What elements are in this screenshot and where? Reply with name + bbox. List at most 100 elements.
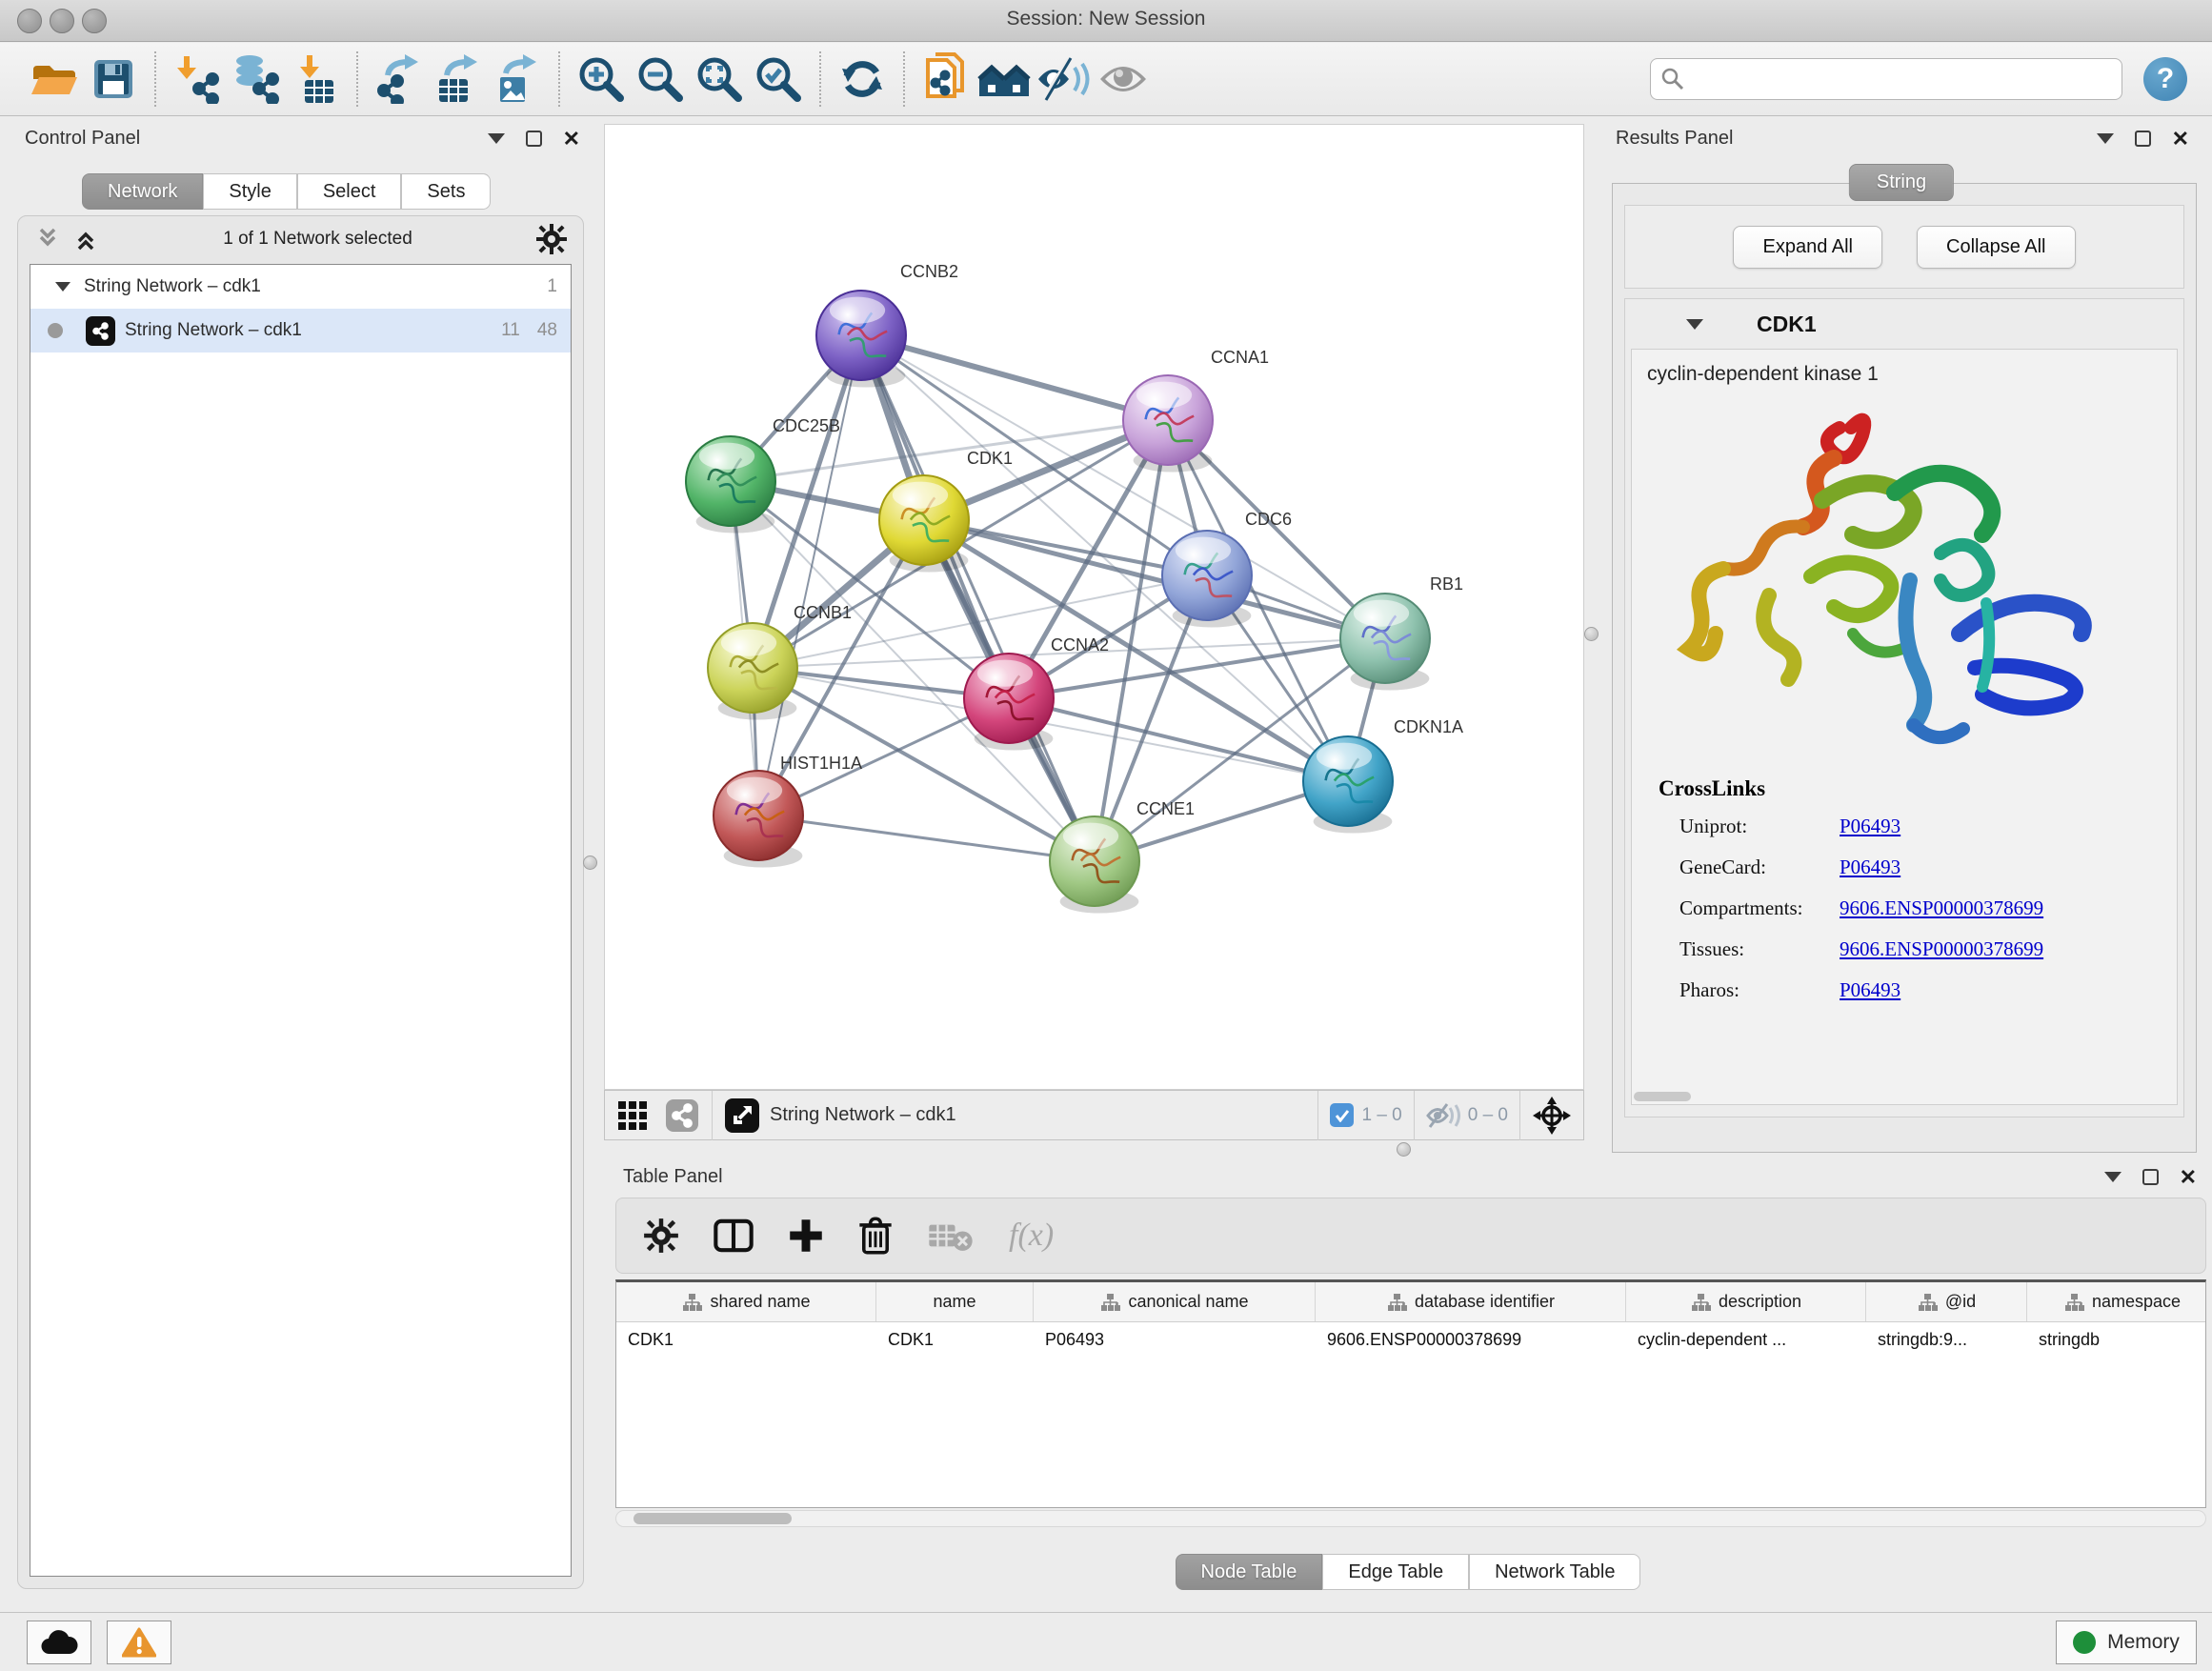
panel-float-icon[interactable] xyxy=(526,131,542,147)
network-node-ccne1[interactable] xyxy=(1050,816,1139,914)
panel-close-icon[interactable]: ✕ xyxy=(2172,129,2189,150)
panel-close-icon[interactable]: ✕ xyxy=(2180,1167,2197,1188)
expand-all-button[interactable]: Expand All xyxy=(1733,226,1882,269)
tab-network[interactable]: Network xyxy=(82,173,203,210)
selected-checkbox-icon[interactable] xyxy=(1330,1103,1354,1127)
network-node-hist1h1a[interactable] xyxy=(714,771,803,868)
panel-float-icon[interactable] xyxy=(2142,1169,2159,1185)
import-network-database-button[interactable] xyxy=(227,50,286,109)
table-options-gear-icon[interactable] xyxy=(643,1218,679,1254)
hscrollbar-thumb[interactable] xyxy=(633,1513,792,1524)
table-cell[interactable]: CDK1 xyxy=(616,1322,876,1360)
network-node-cdkn1a[interactable] xyxy=(1303,736,1393,834)
crosslink-link[interactable]: P06493 xyxy=(1840,856,1900,879)
grid-view-icon[interactable] xyxy=(616,1099,649,1132)
gene-section-header[interactable]: CDK1 xyxy=(1625,299,2183,349)
first-neighbors-button[interactable] xyxy=(975,50,1035,109)
export-image-button[interactable] xyxy=(488,50,547,109)
crosslink-link[interactable]: P06493 xyxy=(1840,815,1900,838)
network-node-cdc6[interactable] xyxy=(1162,531,1252,628)
show-all-button[interactable] xyxy=(1094,50,1153,109)
column-header-canonical-name[interactable]: canonical name xyxy=(1034,1282,1316,1321)
show-columns-icon[interactable] xyxy=(714,1218,754,1254)
section-expander-icon[interactable] xyxy=(1686,319,1703,330)
import-network-file-button[interactable] xyxy=(168,50,227,109)
network-node-ccnb2[interactable] xyxy=(816,291,906,388)
right-splitter-handle[interactable] xyxy=(1584,627,1599,641)
table-cell[interactable]: CDK1 xyxy=(876,1322,1034,1360)
table-hscrollbar[interactable] xyxy=(615,1510,2206,1527)
save-session-button[interactable] xyxy=(84,50,143,109)
table-cell[interactable]: stringdb xyxy=(2027,1322,2206,1360)
collapse-all-icon[interactable] xyxy=(33,226,62,252)
column-header-description[interactable]: description xyxy=(1626,1282,1866,1321)
memory-button[interactable]: Memory xyxy=(2056,1621,2197,1664)
search-input[interactable] xyxy=(1685,69,2104,90)
column-tree-icon xyxy=(2063,1292,2084,1313)
panel-close-icon[interactable]: ✕ xyxy=(563,129,580,150)
hide-selected-button[interactable] xyxy=(1035,50,1094,109)
network-node-ccnb1[interactable] xyxy=(708,623,797,720)
zoom-selected-button[interactable] xyxy=(749,50,808,109)
export-network-button[interactable] xyxy=(370,50,429,109)
birdseye-navigator-icon[interactable] xyxy=(1532,1096,1572,1136)
network-options-gear-icon[interactable] xyxy=(535,223,568,255)
zoom-out-button[interactable] xyxy=(631,50,690,109)
column-header-name[interactable]: name xyxy=(876,1282,1034,1321)
column-header--id[interactable]: @id xyxy=(1866,1282,2027,1321)
network-canvas[interactable]: CCNB2CCNA1CDC25BCDK1CDC6RB1CCNB1CCNA2CDK… xyxy=(604,124,1584,1090)
results-scrollbar[interactable] xyxy=(1634,1092,1691,1101)
delete-column-trash-icon[interactable] xyxy=(858,1217,893,1255)
column-header-namespace[interactable]: namespace xyxy=(2027,1282,2206,1321)
tab-select[interactable]: Select xyxy=(297,173,402,210)
open-in-window-icon[interactable] xyxy=(724,1097,760,1134)
refresh-button[interactable] xyxy=(833,50,892,109)
panel-menu-icon[interactable] xyxy=(2104,1172,2122,1182)
network-node-ccna2[interactable] xyxy=(964,654,1054,751)
crosslink-link[interactable]: 9606.ENSP00000378699 xyxy=(1840,896,2043,920)
tree-expander-icon[interactable] xyxy=(55,282,70,292)
expand-all-icon[interactable] xyxy=(71,226,100,252)
table-cell[interactable]: 9606.ENSP00000378699 xyxy=(1316,1322,1626,1360)
column-header-shared-name[interactable]: shared name xyxy=(616,1282,876,1321)
network-collection-row[interactable]: String Network – cdk1 1 xyxy=(30,265,571,309)
tab-edge-table[interactable]: Edge Table xyxy=(1322,1554,1469,1590)
table-cell[interactable]: P06493 xyxy=(1034,1322,1316,1360)
crosslink-link[interactable]: 9606.ENSP00000378699 xyxy=(1840,937,2043,961)
table-row[interactable]: CDK1CDK1P064939606.ENSP00000378699cyclin… xyxy=(616,1322,2205,1360)
left-splitter-handle[interactable] xyxy=(583,856,597,870)
table-cell[interactable]: stringdb:9... xyxy=(1866,1322,2027,1360)
panel-float-icon[interactable] xyxy=(2135,131,2151,147)
tab-string[interactable]: String xyxy=(1849,164,1954,201)
table-cell[interactable]: cyclin-dependent ... xyxy=(1626,1322,1866,1360)
bottom-splitter-handle[interactable] xyxy=(1397,1142,1411,1157)
tab-sets[interactable]: Sets xyxy=(401,173,491,210)
warning-button[interactable] xyxy=(107,1621,171,1664)
column-header-database-identifier[interactable]: database identifier xyxy=(1316,1282,1626,1321)
network-node-cdc25b[interactable] xyxy=(686,436,775,534)
clone-network-button[interactable] xyxy=(916,50,975,109)
string-network-graph[interactable]: CCNB2CCNA1CDC25BCDK1CDC6RB1CCNB1CCNA2CDK… xyxy=(605,125,1583,1089)
node-table[interactable]: shared namenamecanonical namedatabase id… xyxy=(615,1279,2206,1508)
tab-network-table[interactable]: Network Table xyxy=(1469,1554,1640,1590)
panel-menu-icon[interactable] xyxy=(488,133,505,144)
collapse-all-button[interactable]: Collapse All xyxy=(1917,226,2076,269)
zoom-fit-button[interactable] xyxy=(690,50,749,109)
network-node-cdk1[interactable] xyxy=(879,475,969,573)
tab-style[interactable]: Style xyxy=(203,173,296,210)
panel-menu-icon[interactable] xyxy=(2097,133,2114,144)
export-table-button[interactable] xyxy=(429,50,488,109)
open-session-button[interactable] xyxy=(25,50,84,109)
tab-node-table[interactable]: Node Table xyxy=(1176,1554,1323,1590)
crosslink-link[interactable]: P06493 xyxy=(1840,978,1900,1002)
add-column-plus-icon[interactable] xyxy=(788,1218,824,1254)
search-box[interactable] xyxy=(1650,58,2122,100)
network-node-rb1[interactable] xyxy=(1340,594,1430,691)
network-row[interactable]: String Network – cdk1 11 48 xyxy=(30,309,571,352)
zoom-in-button[interactable] xyxy=(572,50,631,109)
string-view-icon[interactable] xyxy=(664,1097,700,1134)
network-node-ccna1[interactable] xyxy=(1123,375,1213,473)
help-button[interactable]: ? xyxy=(2143,57,2187,101)
cloud-button[interactable] xyxy=(27,1621,91,1664)
import-table-file-button[interactable] xyxy=(286,50,345,109)
